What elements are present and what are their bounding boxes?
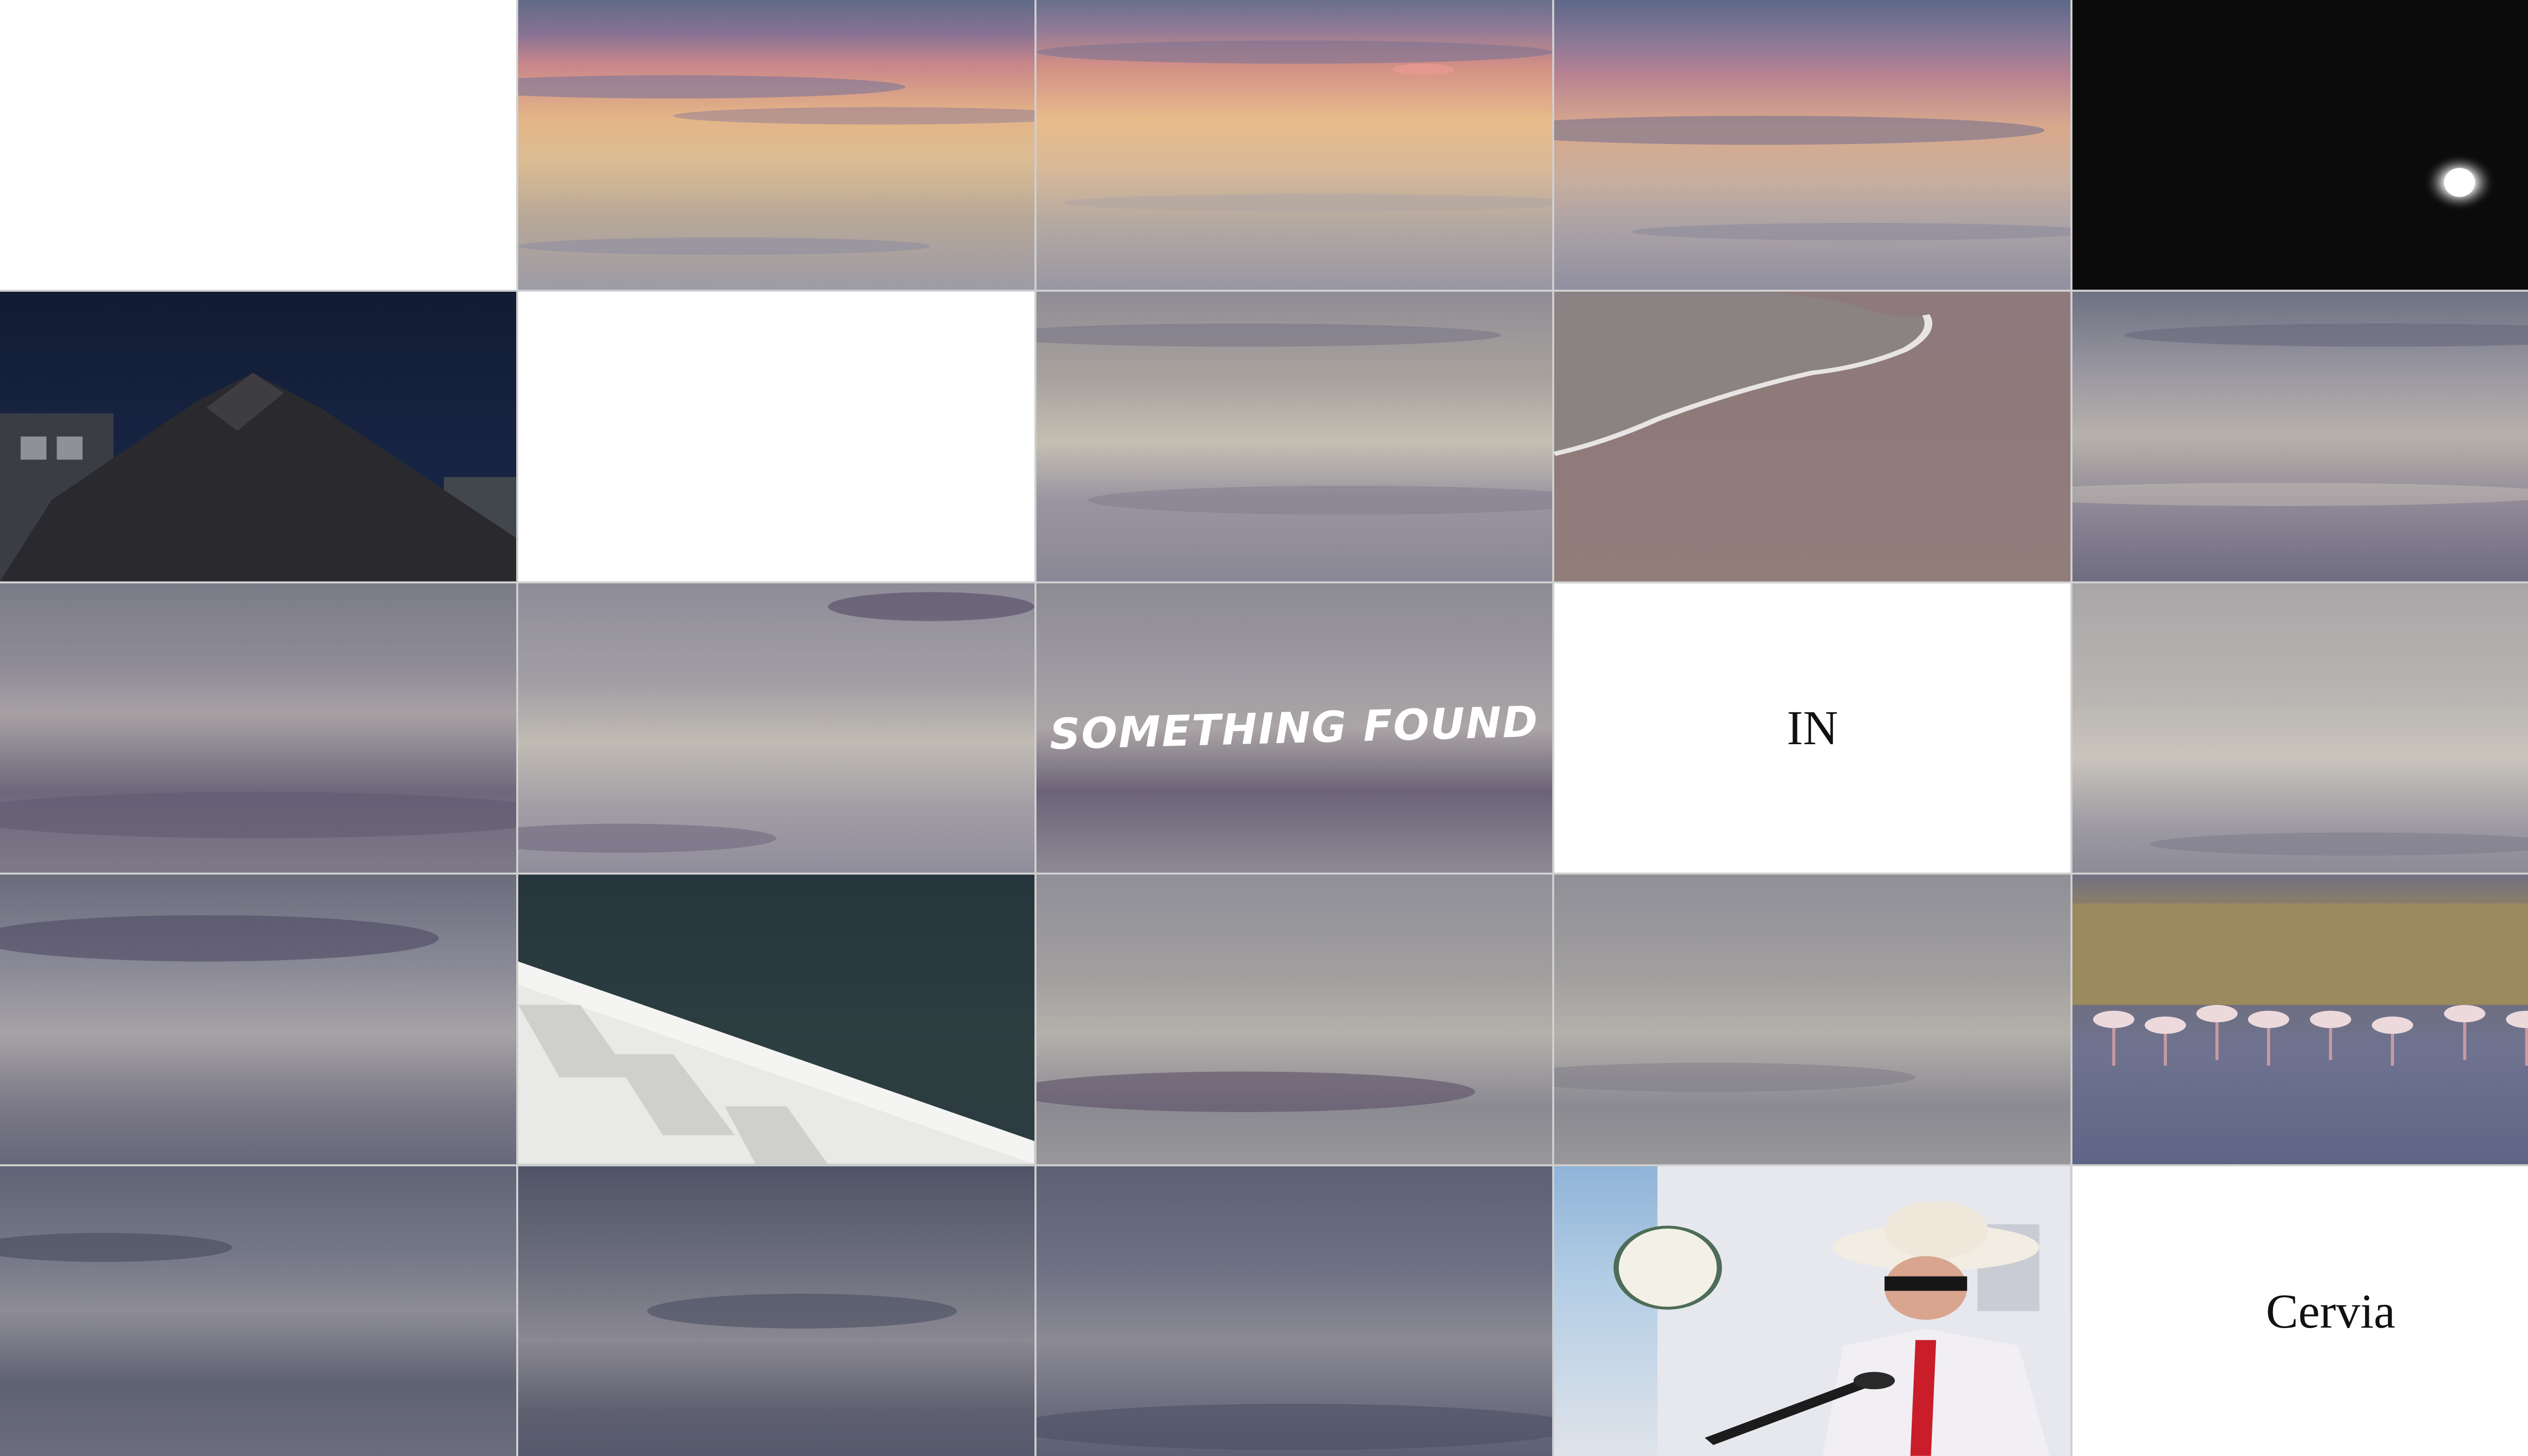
cloud-streaks-image: [518, 75, 1034, 255]
cloud-reflection-image: [1554, 1063, 1916, 1092]
tile-cloud-reflection[interactable]: [1036, 1166, 1553, 1456]
tile-cloud-reflection[interactable]: [1554, 875, 2071, 1165]
flamingos-image: [2072, 903, 2528, 1066]
tile-blank[interactable]: [518, 291, 1034, 581]
cloud-streaks-image: [1554, 116, 2071, 241]
tile-cloud-reflection[interactable]: [518, 583, 1034, 873]
cloud-reflection-image: [1036, 1403, 1553, 1450]
tile-cloud-reflection[interactable]: [0, 875, 516, 1165]
tile-cloud-reflection[interactable]: [1036, 291, 1553, 581]
cloud-reflection-image: [518, 592, 1034, 853]
cloud-reflection-image: [647, 1294, 957, 1329]
tile-night-moon[interactable]: [2072, 0, 2528, 290]
video-thumbnail-grid: SOMETHING FOUND IN Cervia: [0, 0, 2528, 1456]
tile-cloud-reflection[interactable]: [0, 1166, 516, 1456]
tile-flamingos[interactable]: [2072, 875, 2528, 1165]
tile-beach-wave[interactable]: [1554, 291, 2071, 581]
masked-man-image: [1613, 1166, 2071, 1456]
tile-sunset-sky[interactable]: [518, 0, 1034, 290]
cloud-reflection-image: [0, 792, 516, 838]
cloud-reflection-image: [2150, 832, 2528, 856]
tile-title-something-found[interactable]: SOMETHING FOUND: [1036, 583, 1553, 873]
wave-foam-image: [1554, 291, 1933, 456]
tile-cloud-reflection[interactable]: [1036, 875, 1553, 1165]
tile-sunset-sky[interactable]: [1554, 0, 2071, 290]
tile-cloud-reflection[interactable]: [0, 583, 516, 873]
tile-cloud-reflection[interactable]: [518, 1166, 1034, 1456]
moon-glow-image: [2423, 153, 2496, 212]
tile-cloud-reflection[interactable]: [2072, 583, 2528, 873]
tile-sunset-sky[interactable]: [1036, 0, 1553, 290]
tile-blank[interactable]: [0, 0, 516, 290]
salt-pile-night-image: [0, 373, 516, 581]
tile-cloud-reflection[interactable]: [2072, 291, 2528, 581]
tile-boat-pond[interactable]: [518, 875, 1034, 1165]
cloud-streaks-image: [1036, 40, 1553, 212]
tile-masked-man-microphone[interactable]: [1554, 1166, 2071, 1456]
cloud-reflection-image: [2072, 323, 2528, 506]
title-in: IN: [1787, 701, 1838, 755]
cloud-reflection-image: [1036, 1071, 1475, 1113]
cloud-reflection-image: [0, 915, 439, 962]
cloud-reflection-image: [1036, 323, 1553, 515]
tile-night-building[interactable]: [0, 291, 516, 581]
cloud-reflection-image: [0, 1233, 233, 1262]
tile-title-in[interactable]: IN: [1554, 583, 2071, 873]
title-cervia: Cervia: [2266, 1284, 2396, 1339]
tile-title-cervia[interactable]: Cervia: [2072, 1166, 2528, 1456]
white-boat-image: [518, 962, 1034, 1165]
title-something-found: SOMETHING FOUND: [1049, 697, 1540, 759]
